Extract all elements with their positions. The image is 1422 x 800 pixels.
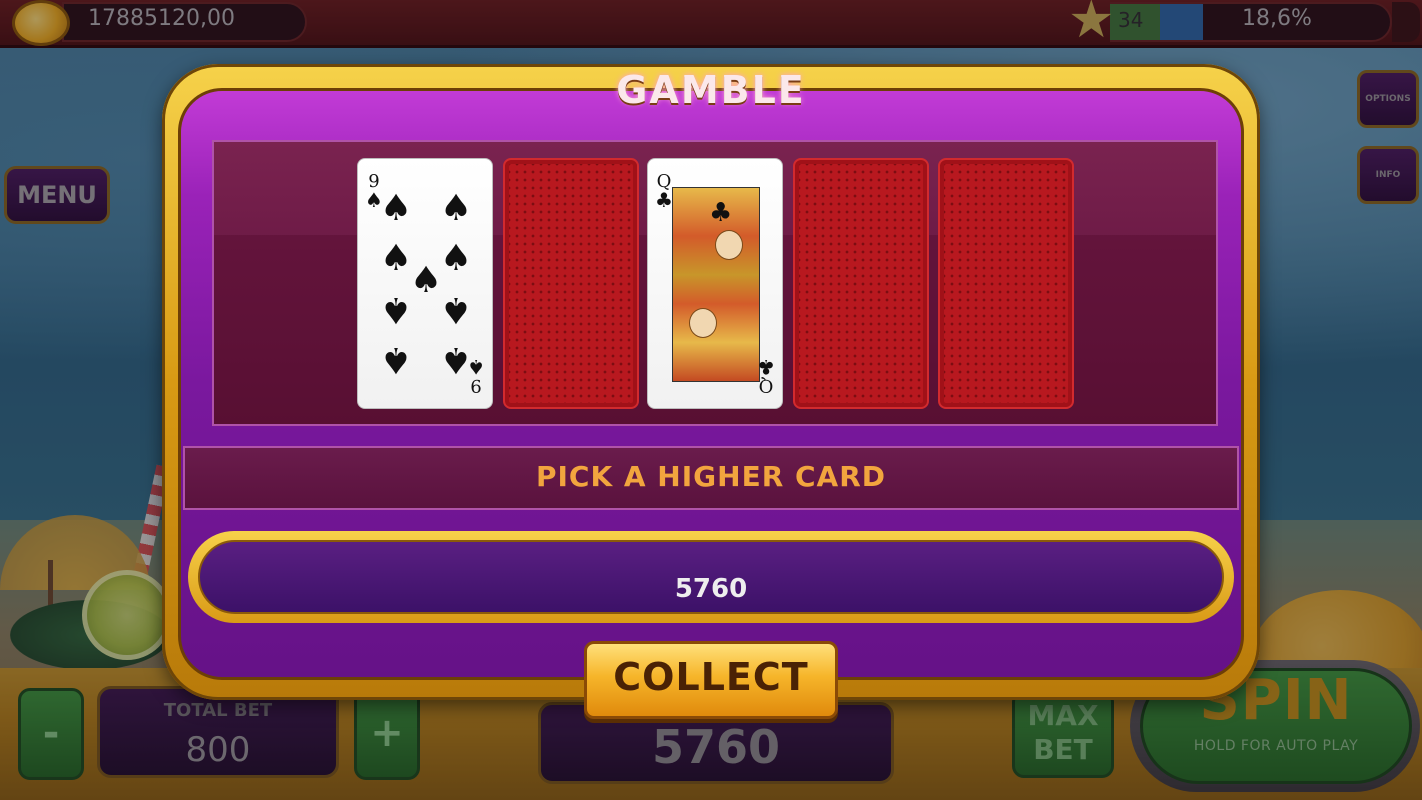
spade-icon: ♠: [467, 355, 485, 379]
gamble-title: GAMBLE: [616, 68, 806, 112]
queen-face-bottom: [689, 308, 717, 338]
queen-face-top: [715, 230, 743, 260]
gamble-instruction: PICK A HIGHER CARD: [535, 460, 887, 493]
club-icon: ♣: [757, 355, 775, 379]
card-back-2[interactable]: [503, 158, 639, 409]
card-back-5[interactable]: [938, 158, 1074, 409]
card-corner-top: Q ♣: [654, 173, 674, 212]
card-back-4[interactable]: [793, 158, 929, 409]
club-icon: ♣: [709, 198, 733, 228]
spade-icon: ♠: [379, 188, 413, 229]
card-corner-bottom: Q ♣: [756, 355, 776, 396]
spade-icon: ♠: [439, 188, 473, 229]
club-icon: ♣: [655, 188, 673, 212]
spade-icon: ♠: [379, 339, 413, 380]
spade-icon: ♠: [439, 289, 473, 330]
gamble-amount: 5760: [674, 574, 748, 604]
queen-portrait: ♣: [672, 187, 760, 382]
card-nine-of-spades: 9 ♠ ♠ ♠ ♠ ♠ ♠ ♠ ♠ ♠ ♠ 9 ♠: [357, 158, 493, 409]
card-queen-of-clubs: Q ♣ ♣ Q ♣: [647, 158, 783, 409]
card-corner-bottom: 9 ♠: [466, 355, 486, 396]
collect-label: COLLECT: [613, 655, 809, 699]
spade-icon: ♠: [379, 289, 413, 330]
